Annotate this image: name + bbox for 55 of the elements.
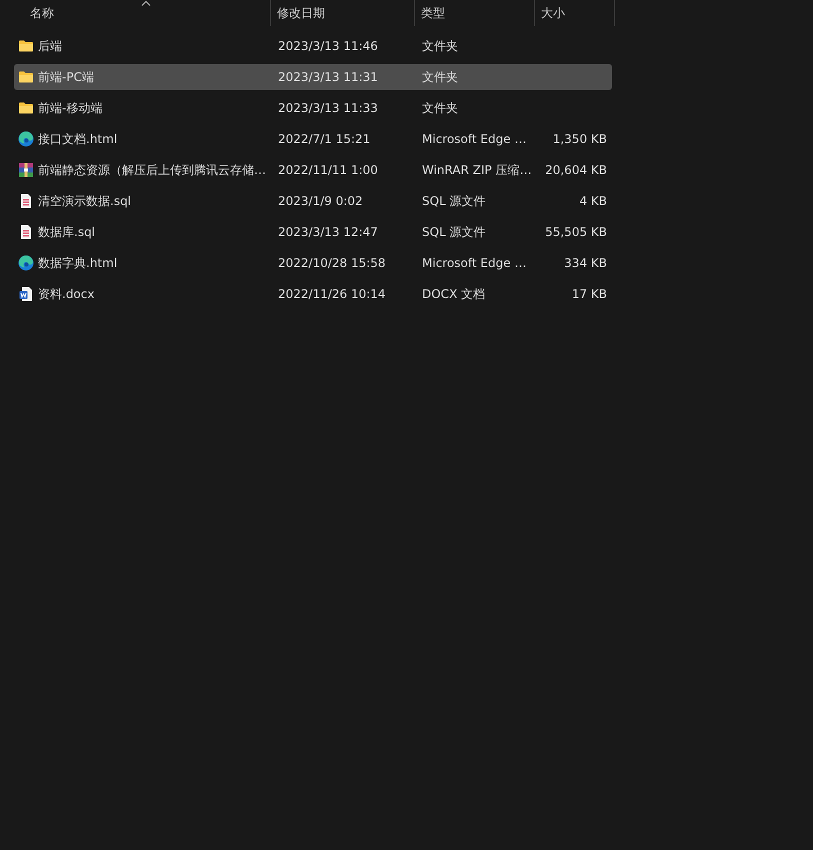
file-row[interactable]: 前端静态资源（解压后上传到腾讯云存储… 2022/11/11 1:00 WinRAR ZIP 压缩… 20,604 KB xyxy=(14,157,612,183)
browser-icon xyxy=(18,255,34,271)
file-name: 接口文档.html xyxy=(38,132,118,146)
file-type: DOCX 文档 xyxy=(422,286,486,300)
file-size: 1,350 KB xyxy=(552,132,607,146)
modified-date: 2023/3/13 12:47 xyxy=(278,225,378,239)
file-name: 前端静态资源（解压后上传到腾讯云存储… xyxy=(38,162,266,176)
file-row[interactable]: 接口文档.html 2022/7/1 15:21 Microsoft Edge … 1,350 KB xyxy=(14,126,612,152)
file-name: 数据字典.html xyxy=(38,256,118,270)
file-type: Microsoft Edge … xyxy=(422,132,526,146)
file-type: WinRAR ZIP 压缩… xyxy=(422,162,532,176)
file-row[interactable]: 数据库.sql 2023/3/13 12:47 SQL 源文件 55,505 KB xyxy=(14,219,612,245)
file-type: SQL 源文件 xyxy=(422,224,486,238)
file-name: 资料.docx xyxy=(38,286,94,300)
file-row[interactable]: 前端-移动端 2023/3/13 11:33 文件夹 xyxy=(14,95,612,121)
modified-date: 2023/1/9 0:02 xyxy=(278,194,363,208)
column-header[interactable]: 大小 xyxy=(535,0,615,26)
column-header[interactable]: 类型 xyxy=(415,0,535,26)
file-name: 清空演示数据.sql xyxy=(38,194,132,208)
file-type: 文件夹 xyxy=(422,38,458,52)
modified-date: 2023/3/13 11:33 xyxy=(278,101,378,115)
document-icon xyxy=(18,224,34,240)
column-header[interactable]: 名称 xyxy=(0,0,271,26)
file-size: 55,505 KB xyxy=(545,225,607,239)
file-name: 后端 xyxy=(38,38,62,52)
file-row[interactable]: 资料.docx 2022/11/26 10:14 DOCX 文档 17 KB xyxy=(14,281,612,307)
modified-date: 2023/3/13 11:46 xyxy=(278,39,378,53)
file-row[interactable]: 前端-PC端 2023/3/13 11:31 文件夹 xyxy=(14,64,612,90)
modified-date: 2022/7/1 15:21 xyxy=(278,132,370,146)
file-name: 前端-PC端 xyxy=(38,70,94,84)
file-row[interactable]: 数据字典.html 2022/10/28 15:58 Microsoft Edge … 334 KB xyxy=(14,250,612,276)
file-type: 文件夹 xyxy=(422,100,458,114)
file-type: 文件夹 xyxy=(422,70,458,84)
folder-icon xyxy=(18,100,34,116)
file-row[interactable]: 清空演示数据.sql 2023/1/9 0:02 SQL 源文件 4 KB xyxy=(14,188,612,214)
modified-date: 2022/10/28 15:58 xyxy=(278,256,386,270)
file-size: 17 KB xyxy=(572,287,607,301)
modified-date: 2023/3/13 11:31 xyxy=(278,70,378,84)
document-icon xyxy=(18,193,34,209)
file-size: 334 KB xyxy=(564,256,607,270)
browser-icon xyxy=(18,131,34,147)
modified-date: 2022/11/11 1:00 xyxy=(278,163,378,177)
file-size: 20,604 KB xyxy=(545,163,607,177)
column-header[interactable]: 修改日期 xyxy=(271,0,415,26)
folder-icon xyxy=(18,69,34,85)
word-document-icon xyxy=(18,286,34,302)
file-type: SQL 源文件 xyxy=(422,194,486,208)
file-type: Microsoft Edge … xyxy=(422,256,526,270)
file-name: 数据库.sql xyxy=(38,224,96,238)
file-size: 4 KB xyxy=(579,194,607,208)
file-name: 前端-移动端 xyxy=(38,100,102,114)
folder-icon xyxy=(18,38,34,54)
modified-date: 2022/11/26 10:14 xyxy=(278,287,386,301)
archive-icon xyxy=(18,162,34,178)
file-row[interactable]: 后端 2023/3/13 11:46 文件夹 xyxy=(14,33,612,59)
